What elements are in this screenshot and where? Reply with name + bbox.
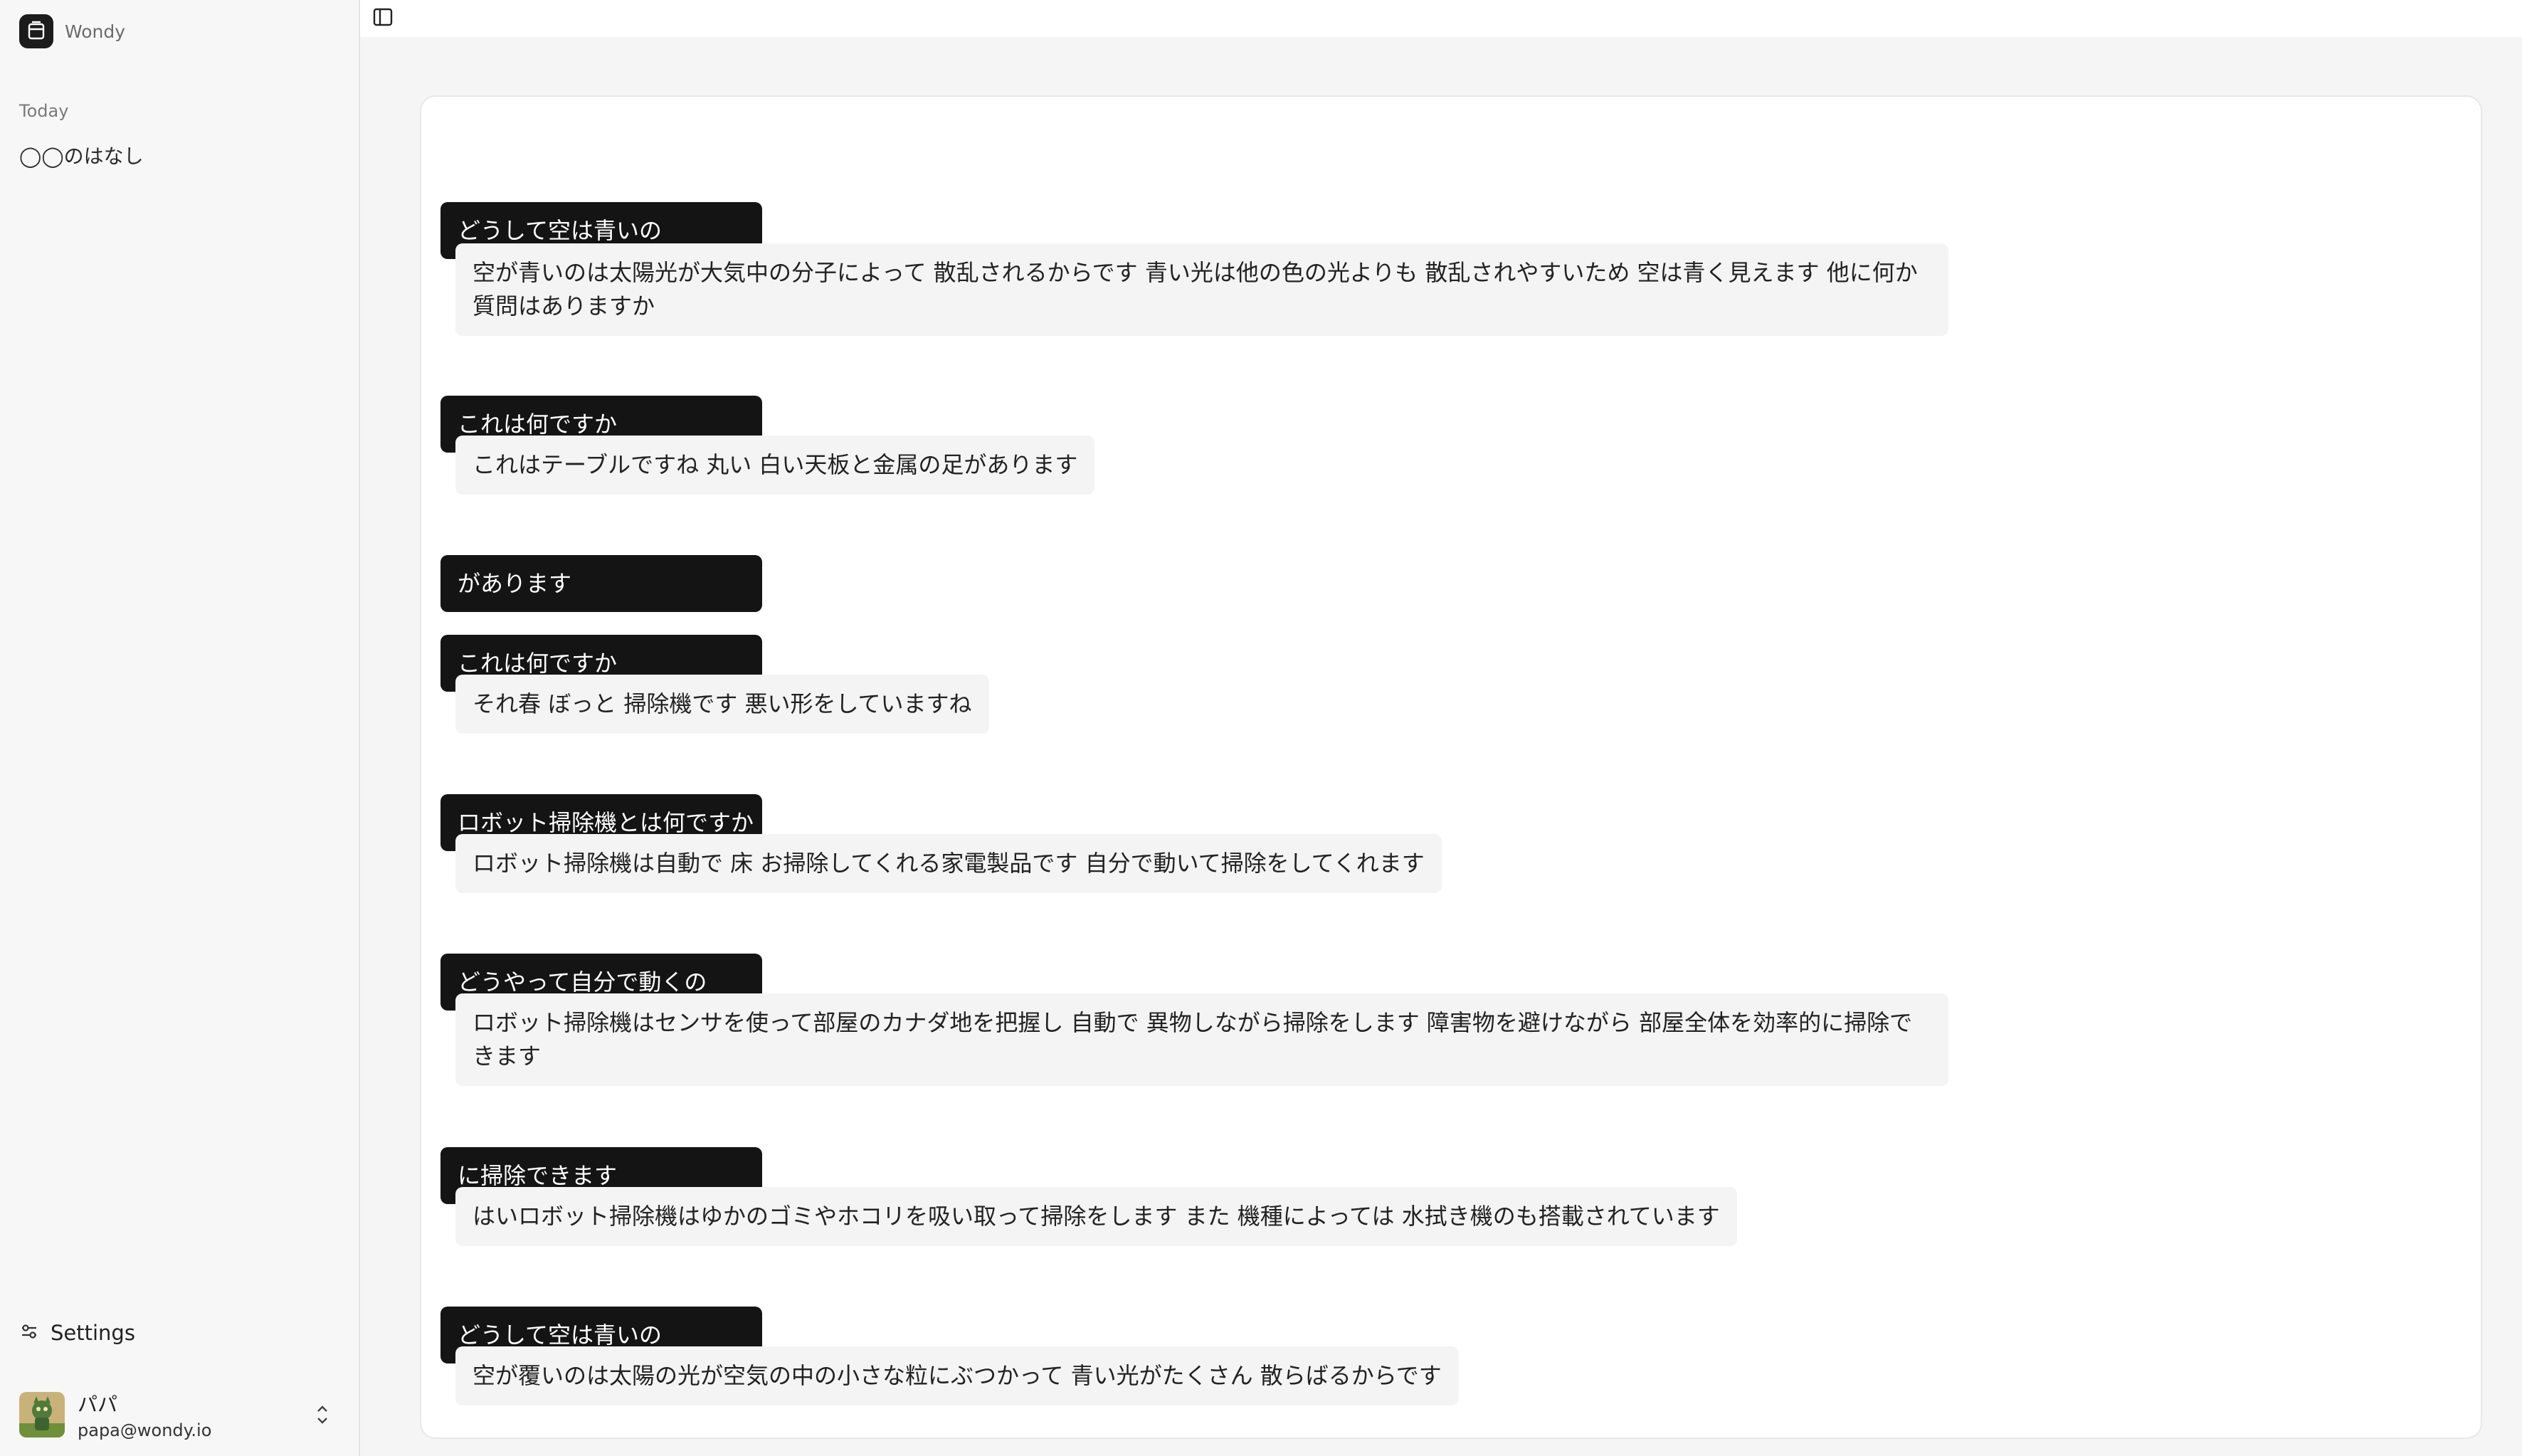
assistant-message: ロボット掃除機はセンサを使って部屋のカナダ地を把握し 自動で 異物しながら掃除を… bbox=[455, 993, 1948, 1086]
sidebar: Wondy Today ◯◯のはなし Settings パパ papa@wond… bbox=[0, 0, 360, 1456]
assistant-message: 空が青いのは太陽光が大気中の分子によって 散乱されるからです 青い光は他の色の光… bbox=[455, 243, 1948, 336]
avatar bbox=[19, 1392, 65, 1437]
user-message: があります bbox=[440, 555, 762, 612]
brand[interactable]: Wondy bbox=[19, 14, 125, 48]
conversation-item[interactable]: ◯◯のはなし bbox=[19, 141, 144, 169]
assistant-message: はいロボット掃除機はゆかのゴミやホコリを吸い取って掃除をします また 機種によっ… bbox=[455, 1187, 1737, 1246]
assistant-message: 空が覆いのは太陽の光が空気の中の小さな粒にぶつかって 青い光がたくさん 散らばる… bbox=[455, 1346, 1459, 1405]
wondy-logo-icon bbox=[19, 14, 53, 48]
chevrons-up-down-icon bbox=[314, 1402, 331, 1430]
main-area: どうして空は青いの 空が青いのは太陽光が大気中の分子によって 散乱されるからです… bbox=[360, 37, 2522, 1456]
user-menu[interactable]: パパ papa@wondy.io bbox=[19, 1386, 341, 1443]
section-label-today: Today bbox=[19, 101, 69, 121]
sidebar-toggle-button[interactable] bbox=[370, 6, 396, 31]
top-bar bbox=[360, 0, 2522, 37]
assistant-message: それ春 ぼっと 掃除機です 悪い形をしていますね bbox=[455, 675, 989, 734]
chat-panel[interactable]: どうして空は青いの 空が青いのは太陽光が大気中の分子によって 散乱されるからです… bbox=[420, 95, 2482, 1439]
assistant-message: これはテーブルですね 丸い 白い天板と金属の足があります bbox=[455, 436, 1095, 495]
settings-label: Settings bbox=[51, 1321, 135, 1345]
assistant-message: ロボット掃除機は自動で 床 お掃除してくれる家電製品です 自分で動いて掃除をして… bbox=[455, 834, 1442, 893]
user-email: papa@wondy.io bbox=[78, 1420, 212, 1440]
app-name: Wondy bbox=[65, 21, 126, 42]
sliders-icon bbox=[19, 1322, 39, 1344]
user-name: パパ bbox=[78, 1393, 118, 1416]
panel-left-icon bbox=[372, 6, 394, 31]
settings-button[interactable]: Settings bbox=[19, 1321, 135, 1345]
